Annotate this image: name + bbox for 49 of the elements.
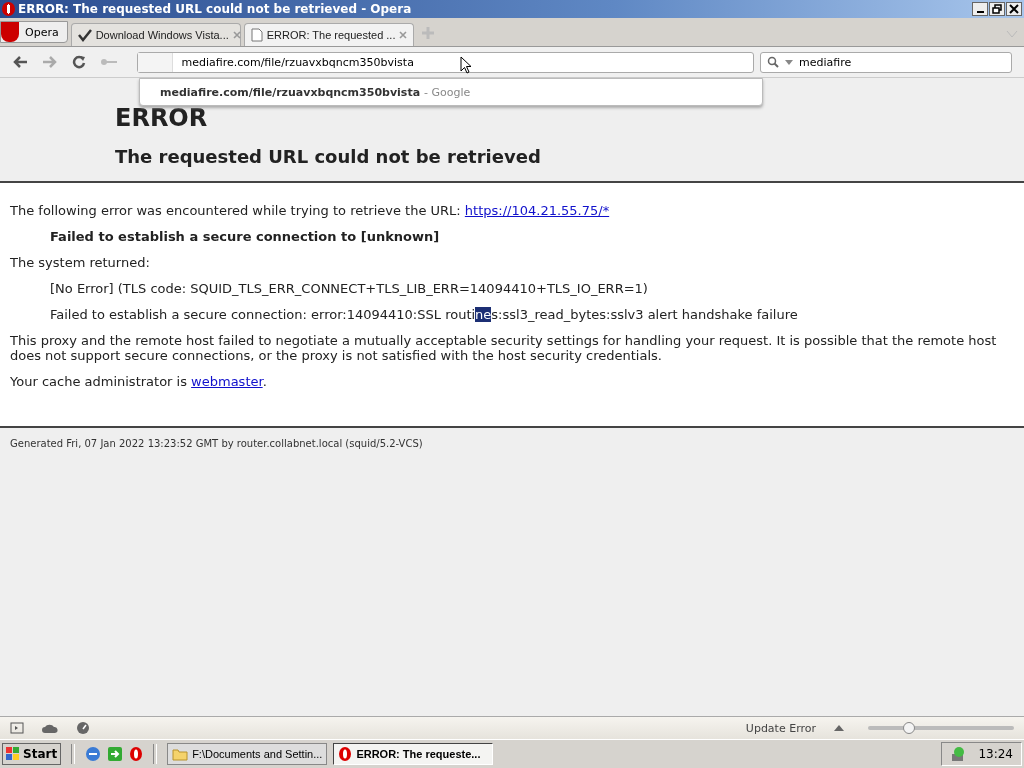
address-suggestion[interactable]: mediafire.com/file/rzuavxbqncm350bvista - Google bbox=[139, 78, 763, 106]
error-heading: ERROR bbox=[115, 104, 209, 132]
tls-code-text: [No Error] (TLS code: SQUID_TLS_ERR_CONNECT+TLS_LIB_ERR=14094410+TLS_IO_ERR=1) bbox=[50, 281, 649, 296]
minimize-icon bbox=[976, 11, 984, 13]
clock: 13:24 bbox=[978, 747, 1013, 761]
webmaster-link[interactable]: webmaster bbox=[191, 374, 263, 389]
close-tab-icon[interactable] bbox=[399, 31, 408, 39]
minimize-button[interactable] bbox=[972, 2, 988, 16]
error-subheading: The requested URL could not be retrieved bbox=[115, 146, 542, 167]
page-icon bbox=[250, 28, 263, 42]
opera-menu-button[interactable]: Opera bbox=[0, 21, 68, 43]
restore-icon bbox=[992, 4, 1002, 14]
url-link[interactable]: https://104.21.55.75/* bbox=[464, 203, 610, 218]
mouse-cursor-icon bbox=[460, 56, 472, 74]
cloud-icon[interactable] bbox=[42, 722, 58, 734]
panel-toggle-icon[interactable] bbox=[10, 722, 24, 734]
close-icon bbox=[1009, 4, 1019, 14]
folder-icon bbox=[172, 747, 189, 761]
start-button[interactable]: Start bbox=[2, 743, 62, 765]
zoom-slider[interactable] bbox=[868, 722, 1014, 734]
expand-up-icon[interactable] bbox=[834, 725, 844, 731]
restore-button[interactable] bbox=[989, 2, 1005, 16]
opera-icon[interactable] bbox=[129, 746, 144, 762]
check-mark-icon bbox=[77, 28, 92, 42]
dropdown-icon bbox=[785, 59, 794, 65]
search-field[interactable]: mediafire bbox=[760, 51, 1012, 73]
taskbar-button[interactable]: F:\Documents and Settin... bbox=[167, 743, 328, 765]
opera-logo-icon bbox=[2, 2, 15, 16]
search-icon bbox=[767, 56, 780, 68]
browser-tab[interactable]: Download Windows Vista... bbox=[70, 23, 241, 46]
window-title: ERROR: The requested URL could not be retrieved - Opera bbox=[18, 2, 413, 16]
update-status-text[interactable]: Update Error bbox=[745, 721, 816, 735]
system-returned-label: The system returned: bbox=[10, 255, 151, 270]
address-field[interactable]: mediafire.com/file/rzuavxbqncm350bvista bbox=[137, 51, 755, 73]
explanation-text: This proxy and the remote host failed to negotiate a mutually acceptable security settings for handling your request. It is possible that the remote host does not support secure connections, or the proxy is not satisfied with the host security credentials. bbox=[10, 333, 998, 363]
network-icon[interactable] bbox=[950, 746, 967, 762]
intro-text: The following error was encountered while trying to retrieve the URL: https://104.21.55.75/* bbox=[10, 203, 611, 218]
error-message: Failed to establish a secure connection to [unknown] bbox=[50, 229, 441, 244]
close-button[interactable] bbox=[1006, 2, 1022, 16]
speedometer-icon[interactable] bbox=[76, 721, 90, 735]
admin-text: Your cache administrator is webmaster. bbox=[10, 374, 268, 389]
browser-tab[interactable]: ERROR: The requested ... bbox=[243, 23, 414, 46]
opera-icon bbox=[338, 746, 353, 762]
error-detail-text: Failed to establish a secure connection: error:14094410:SSL routines:ssl3_read_bytes:sslv3 alert handshake failure bbox=[50, 307, 799, 322]
back-icon[interactable] bbox=[12, 55, 28, 69]
taskbar-button[interactable]: ERROR: The requeste... bbox=[333, 743, 494, 765]
windows-logo-icon bbox=[6, 747, 20, 761]
generated-footer: Generated Fri, 07 Jan 2022 13:23:52 GMT by router.collabnet.local (squid/5.2-VCS) bbox=[0, 428, 1024, 459]
reload-icon[interactable] bbox=[71, 55, 86, 69]
